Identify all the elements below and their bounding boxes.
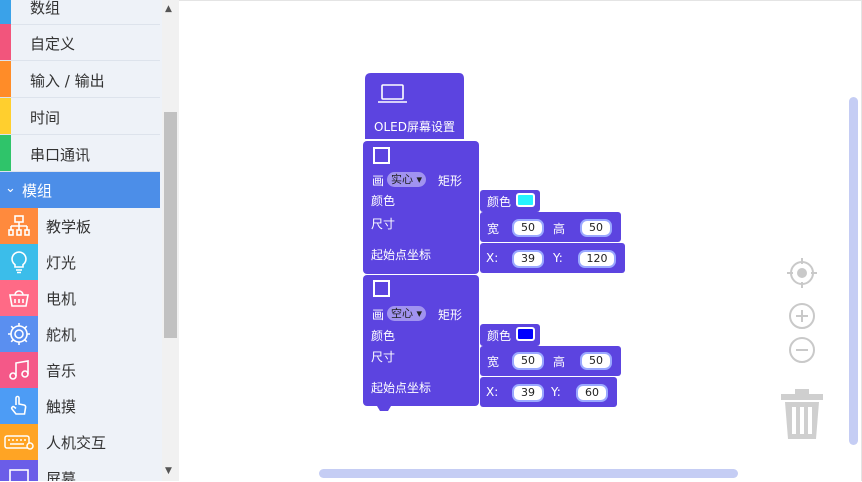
height-label: 高 bbox=[553, 355, 566, 369]
hat-block-label: OLED屏幕设置 bbox=[374, 120, 455, 134]
module-servo[interactable]: 舵机 bbox=[0, 316, 160, 352]
board-icon bbox=[0, 208, 38, 244]
y-label: Y: bbox=[553, 251, 563, 265]
servo-gear-icon bbox=[0, 316, 38, 352]
workspace-horizontal-scrollbar[interactable] bbox=[319, 469, 738, 478]
origin-param-label: 起始点坐标 bbox=[371, 248, 432, 262]
x-input[interactable]: 39 bbox=[512, 384, 544, 402]
color-swatch[interactable] bbox=[516, 193, 535, 207]
height-input[interactable]: 50 bbox=[580, 219, 612, 237]
module-label: 电机 bbox=[46, 290, 77, 308]
module-touch[interactable]: 触摸 bbox=[0, 388, 160, 424]
zoom-out-icon[interactable] bbox=[788, 336, 816, 364]
dropdown-caret-icon: ▾ bbox=[416, 173, 423, 186]
category-color-bar bbox=[0, 0, 11, 24]
category-modules-header[interactable]: ⌄ 模组 bbox=[0, 172, 160, 208]
category-sidebar: 数组 自定义 输入 / 输出 时间 串口通讯 ⌄ 模组 教学板 灯光 电机 舵机… bbox=[0, 0, 162, 481]
draw-label: 画 bbox=[372, 308, 385, 322]
module-label: 灯光 bbox=[46, 254, 77, 272]
color-block-label: 颜色 bbox=[487, 195, 512, 209]
height-label: 高 bbox=[553, 222, 566, 236]
category-time[interactable]: 时间 bbox=[0, 98, 160, 135]
size-param-label: 尺寸 bbox=[371, 217, 396, 231]
module-label: 屏幕 bbox=[46, 470, 77, 481]
color-swatch[interactable] bbox=[516, 327, 535, 341]
fill-mode-dropdown[interactable]: 实心 ▾ bbox=[387, 172, 427, 187]
music-note-icon bbox=[0, 352, 38, 388]
width-label: 宽 bbox=[487, 355, 500, 369]
module-hmi[interactable]: 人机交互 bbox=[0, 424, 160, 460]
category-label: 模组 bbox=[22, 182, 53, 200]
category-color-bar bbox=[0, 24, 11, 60]
keyboard-icon bbox=[0, 424, 38, 460]
width-input[interactable]: 50 bbox=[512, 352, 544, 370]
color-param-label: 颜色 bbox=[371, 329, 396, 343]
workspace-canvas bbox=[363, 73, 625, 411]
scroll-down-arrow-icon[interactable]: ▼ bbox=[165, 466, 172, 476]
category-label: 串口通讯 bbox=[30, 146, 91, 164]
category-input-output[interactable]: 输入 / 输出 bbox=[0, 61, 160, 98]
module-music[interactable]: 音乐 bbox=[0, 352, 160, 388]
category-label: 数组 bbox=[30, 0, 61, 17]
width-input[interactable]: 50 bbox=[512, 219, 544, 237]
fill-mode-dropdown[interactable]: 空心 ▾ bbox=[387, 306, 427, 321]
shape-label: 矩形 bbox=[438, 174, 463, 188]
trash-icon[interactable] bbox=[779, 388, 825, 440]
dropdown-caret-icon: ▾ bbox=[416, 307, 423, 320]
chevron-down-icon: ⌄ bbox=[5, 181, 16, 196]
scrollbar-thumb[interactable] bbox=[164, 112, 177, 338]
module-label: 人机交互 bbox=[46, 434, 107, 452]
module-screen[interactable]: 屏幕 bbox=[0, 460, 160, 481]
category-label: 输入 / 输出 bbox=[30, 72, 105, 90]
screen-icon bbox=[0, 460, 38, 481]
workspace-vertical-scrollbar[interactable] bbox=[849, 97, 858, 445]
scroll-up-arrow-icon[interactable]: ▲ bbox=[165, 4, 172, 14]
color-param-label: 颜色 bbox=[371, 194, 396, 208]
size-param-label: 尺寸 bbox=[371, 350, 396, 364]
recenter-icon[interactable] bbox=[786, 257, 818, 289]
module-light[interactable]: 灯光 bbox=[0, 244, 160, 280]
height-input[interactable]: 50 bbox=[580, 352, 612, 370]
origin-param-label: 起始点坐标 bbox=[371, 381, 432, 395]
category-serial[interactable]: 串口通讯 bbox=[0, 135, 160, 172]
module-label: 触摸 bbox=[46, 398, 77, 416]
category-color-bar bbox=[0, 98, 11, 134]
category-custom[interactable]: 自定义 bbox=[0, 24, 160, 61]
sidebar-scrollbar[interactable]: ▲ ▼ bbox=[162, 0, 179, 481]
zoom-in-icon[interactable] bbox=[788, 302, 816, 330]
fill-mode-value: 空心 bbox=[391, 307, 413, 320]
shape-label: 矩形 bbox=[438, 308, 463, 322]
module-motor[interactable]: 电机 bbox=[0, 280, 160, 316]
category-array[interactable]: 数组 bbox=[0, 0, 160, 25]
width-label: 宽 bbox=[487, 222, 500, 236]
x-label: X: bbox=[486, 251, 499, 265]
motor-icon bbox=[0, 280, 38, 316]
color-block-label: 颜色 bbox=[487, 329, 512, 343]
module-teaching-board[interactable]: 教学板 bbox=[0, 208, 160, 244]
block-notch bbox=[377, 406, 391, 411]
block-workspace[interactable]: OLED屏幕设置 画 实心 ▾ 矩形 颜色 尺寸 起始点坐标 颜色 宽 50 高… bbox=[179, 0, 862, 481]
draw-label: 画 bbox=[372, 174, 385, 188]
module-label: 舵机 bbox=[46, 326, 77, 344]
category-color-bar bbox=[0, 135, 11, 171]
y-label: Y: bbox=[551, 385, 561, 399]
category-color-bar bbox=[0, 61, 11, 97]
touch-hand-icon bbox=[0, 388, 38, 424]
module-label: 音乐 bbox=[46, 362, 77, 380]
category-label: 自定义 bbox=[30, 35, 76, 53]
y-input[interactable]: 60 bbox=[576, 384, 608, 402]
bulb-icon bbox=[0, 244, 38, 280]
x-label: X: bbox=[486, 385, 499, 399]
module-label: 教学板 bbox=[46, 218, 92, 236]
x-input[interactable]: 39 bbox=[512, 250, 544, 268]
checkbox-square-icon[interactable] bbox=[373, 280, 390, 297]
y-input[interactable]: 120 bbox=[578, 250, 616, 268]
fill-mode-value: 实心 bbox=[391, 173, 413, 186]
checkbox-square-icon[interactable] bbox=[373, 147, 390, 164]
category-label: 时间 bbox=[30, 109, 61, 127]
